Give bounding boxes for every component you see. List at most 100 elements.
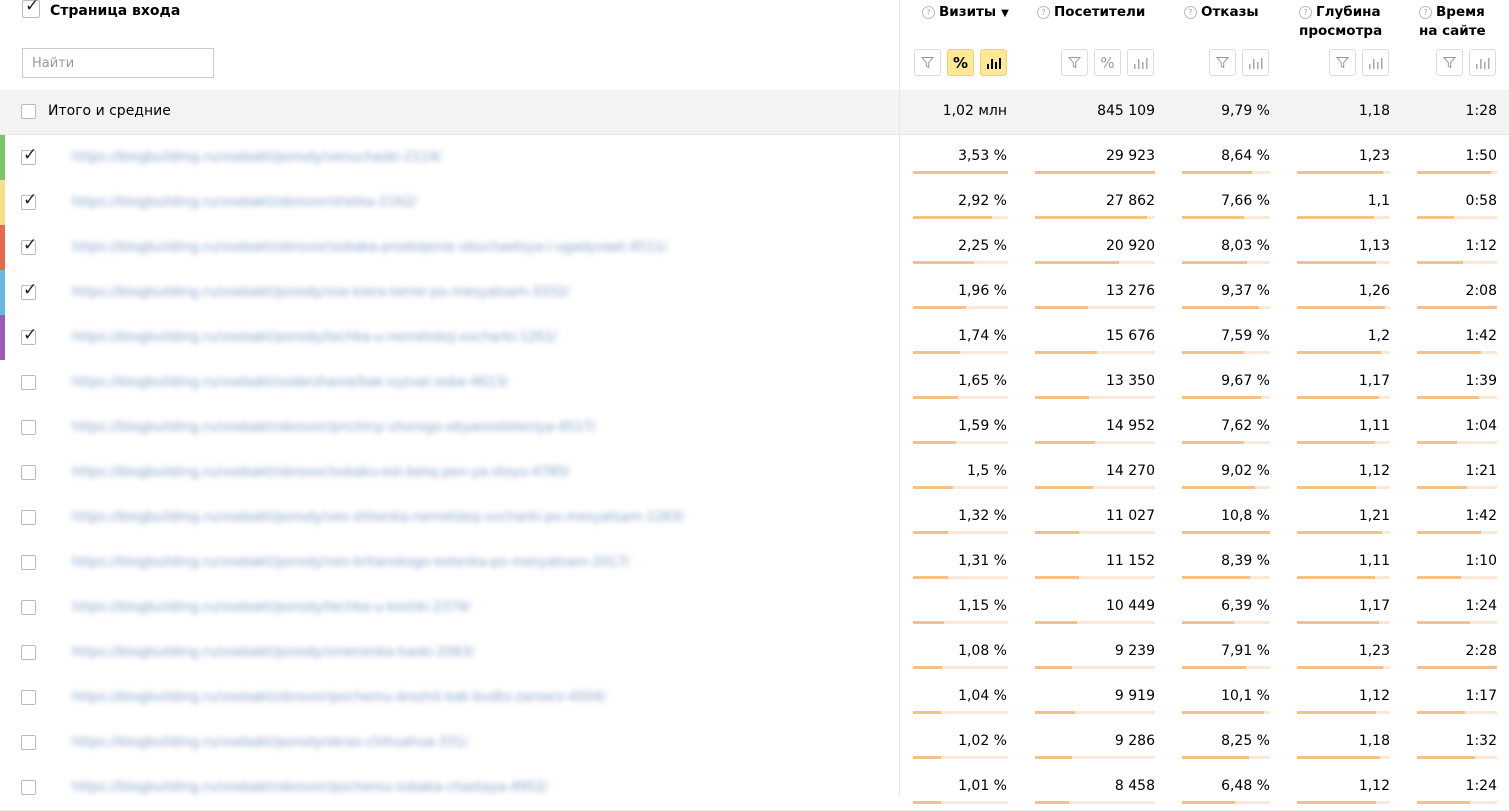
table-row[interactable]: https://blogbuilding.ru/vsebakt/obrovor/…	[0, 675, 1509, 721]
bars-visits-button[interactable]	[980, 49, 1007, 76]
row-bounces-bar	[1182, 756, 1270, 759]
row-checkbox[interactable]	[21, 465, 36, 480]
row-checkbox[interactable]	[21, 690, 36, 705]
sort-desc-icon[interactable]: ▼	[1001, 8, 1009, 19]
filter-visits-button[interactable]	[914, 49, 941, 76]
row-color-stripe	[0, 270, 5, 315]
row-url-link[interactable]: https://blogbuilding.ru/vsebakt/porody/o…	[72, 735, 468, 750]
table-row[interactable]: https://blogbuilding.ru/vsebakt/porody/o…	[0, 720, 1509, 766]
row-visits-value: 1,74 %	[958, 328, 1007, 344]
percent-visitors-button[interactable]: %	[1094, 49, 1121, 76]
row-url-link[interactable]: https://blogbuilding.ru/vsebakt/porody/v…	[72, 555, 630, 570]
table-row[interactable]: https://blogbuilding.ru/vsebakt/soderzha…	[0, 360, 1509, 406]
table-row[interactable]: ✓ https://blogbuilding.ru/vsebakt/obrovor…	[0, 180, 1509, 226]
row-time-bar-fill	[1417, 261, 1463, 264]
row-checkbox[interactable]	[21, 555, 36, 570]
help-icon[interactable]: ?	[1299, 6, 1312, 19]
row-url-link[interactable]: https://blogbuilding.ru/vsebakt/obrovor/…	[72, 465, 570, 480]
row-checkbox[interactable]: ✓	[21, 326, 37, 345]
row-url-link[interactable]: https://blogbuilding.ru/vsebakt/porody/v…	[72, 150, 442, 165]
row-url-link[interactable]: https://blogbuilding.ru/vsebakt/porody/t…	[72, 330, 557, 345]
row-bounces-bar	[1182, 171, 1270, 174]
row-visits-bar	[913, 306, 1008, 309]
row-checkbox[interactable]	[21, 645, 36, 660]
row-depth-bar	[1297, 441, 1390, 444]
row-checkbox[interactable]: ✓	[21, 236, 37, 255]
row-visitors-bar	[1035, 441, 1155, 444]
table-row[interactable]: https://blogbuilding.ru/vsebakt/obrovor/…	[0, 405, 1509, 451]
bars-visitors-button[interactable]	[1127, 49, 1154, 76]
row-visitors-value: 13 350	[1106, 373, 1155, 389]
row-depth-bar-fill	[1297, 756, 1380, 759]
row-visitors-value: 10 449	[1106, 598, 1155, 614]
row-url-link[interactable]: https://blogbuilding.ru/vsebakt/porody/v…	[72, 510, 684, 525]
row-url-link[interactable]: https://blogbuilding.ru/vsebakt/obrovor/…	[72, 780, 548, 795]
filter-time-button[interactable]	[1436, 49, 1463, 76]
row-checkbox[interactable]: ✓	[21, 191, 37, 210]
row-url-link[interactable]: https://blogbuilding.ru/vsebakt/obrovor/…	[72, 195, 417, 210]
row-checkbox[interactable]: ✓	[21, 146, 37, 165]
row-depth-bar-fill	[1297, 486, 1376, 489]
bars-depth-button[interactable]	[1362, 49, 1389, 76]
row-visitors-bar-fill	[1035, 756, 1072, 759]
row-url-link[interactable]: https://blogbuilding.ru/vsebakt/soderzha…	[72, 375, 508, 390]
row-url-link[interactable]: https://blogbuilding.ru/vsebakt/porody/s…	[72, 645, 474, 660]
row-visits-bar-fill	[913, 756, 941, 759]
filter-depth-button[interactable]	[1329, 49, 1356, 76]
column-label: Время	[1436, 4, 1485, 20]
row-visitors-value: 8 458	[1114, 778, 1155, 794]
column-header-visitors[interactable]: ? Посетители	[1037, 3, 1145, 22]
column-header-visits[interactable]: ? Визиты ▼	[922, 3, 1009, 23]
percent-visits-button[interactable]: %	[947, 49, 974, 76]
table-row[interactable]: ✓ https://blogbuilding.ru/vsebakt/porody/…	[0, 135, 1509, 181]
filter-bounces-button[interactable]	[1209, 49, 1236, 76]
row-visitors-value: 20 920	[1106, 238, 1155, 254]
row-url-link[interactable]: https://blogbuilding.ru/vsebakt/porody/t…	[72, 600, 471, 615]
bars-bounces-button[interactable]	[1242, 49, 1269, 76]
search-input[interactable]	[22, 48, 214, 78]
row-url-link[interactable]: https://blogbuilding.ru/vsebakt/porody/v…	[72, 285, 570, 300]
table-row[interactable]: https://blogbuilding.ru/vsebakt/porody/v…	[0, 540, 1509, 586]
row-url-link[interactable]: https://blogbuilding.ru/vsebakt/obrovor/…	[72, 690, 606, 705]
table-row[interactable]: https://blogbuilding.ru/vsebakt/obrovor/…	[0, 765, 1509, 811]
column-header-bounces[interactable]: ? Отказы	[1184, 3, 1259, 22]
row-checkbox[interactable]	[21, 600, 36, 615]
row-checkbox[interactable]	[21, 420, 36, 435]
row-bounces-value: 6,48 %	[1221, 778, 1270, 794]
row-url-link[interactable]: https://blogbuilding.ru/vsebakt/obrovor/…	[72, 420, 596, 435]
table-row[interactable]: https://blogbuilding.ru/vsebakt/porody/v…	[0, 495, 1509, 541]
row-checkbox[interactable]	[21, 780, 36, 795]
table-row[interactable]: https://blogbuilding.ru/vsebakt/porody/t…	[0, 585, 1509, 631]
totals-checkbox[interactable]	[21, 104, 36, 119]
row-visitors-bar-fill	[1035, 441, 1095, 444]
row-checkbox[interactable]	[21, 375, 36, 390]
column-header-time[interactable]: ? Время на сайте	[1419, 3, 1486, 41]
help-icon[interactable]: ?	[1037, 6, 1050, 19]
table-row[interactable]: ✓ https://blogbuilding.ru/vsebakt/porody/…	[0, 270, 1509, 316]
row-visits-value: 1,5 %	[966, 463, 1007, 479]
select-all-checkbox[interactable]: ✓	[22, 0, 40, 18]
column-title-entry-page[interactable]: Страница входа	[50, 3, 180, 19]
help-icon[interactable]: ?	[1184, 6, 1197, 19]
row-checkbox[interactable]: ✓	[21, 281, 37, 300]
table-row[interactable]: https://blogbuilding.ru/vsebakt/obrovor/…	[0, 450, 1509, 496]
row-checkbox[interactable]	[21, 510, 36, 525]
table-row[interactable]: ✓ https://blogbuilding.ru/vsebakt/obrovor…	[0, 225, 1509, 271]
help-icon[interactable]: ?	[922, 6, 935, 19]
row-depth-bar	[1297, 351, 1390, 354]
row-visits-value: 1,32 %	[958, 508, 1007, 524]
filter-visitors-button[interactable]	[1061, 49, 1088, 76]
row-bounces-value: 7,66 %	[1221, 193, 1270, 209]
table-row[interactable]: ✓ https://blogbuilding.ru/vsebakt/porody/…	[0, 315, 1509, 361]
row-depth-bar-fill	[1297, 441, 1375, 444]
bars-time-button[interactable]	[1469, 49, 1496, 76]
column-header-depth[interactable]: ? Глубина просмотра	[1299, 3, 1382, 41]
table-row[interactable]: https://blogbuilding.ru/vsebakt/porody/s…	[0, 630, 1509, 676]
row-visitors-bar	[1035, 621, 1155, 624]
row-checkbox[interactable]	[21, 735, 36, 750]
help-icon[interactable]: ?	[1419, 6, 1432, 19]
row-url-link[interactable]: https://blogbuilding.ru/vsebakt/obrovor/…	[72, 240, 667, 255]
filter-icon	[1336, 57, 1349, 69]
row-visits-value: 1,65 %	[958, 373, 1007, 389]
row-time-bar	[1417, 261, 1497, 264]
